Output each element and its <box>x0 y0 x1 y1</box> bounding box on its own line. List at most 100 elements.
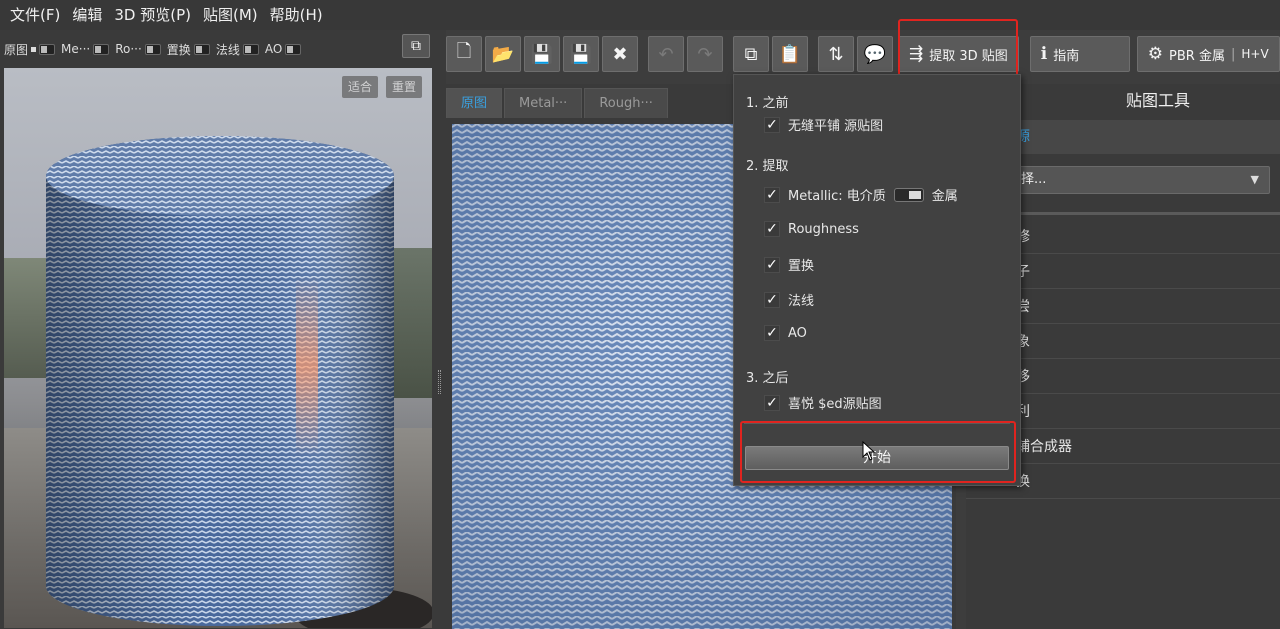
chevron-down-icon: ▼ <box>1250 173 1259 186</box>
source-select-value: 择... <box>1021 172 1047 187</box>
checkbox-checked-icon[interactable]: ✓ <box>764 291 780 308</box>
menu-file[interactable]: 文件(F) <box>4 0 66 30</box>
reset-button[interactable]: 重置 <box>386 76 423 98</box>
comment-icon: 💬 <box>863 43 887 65</box>
windows-icon: ⧉ <box>411 38 421 54</box>
option-label: 法线 <box>788 294 815 309</box>
pbr-metal-button[interactable]: ⚙ PBR 金属 | H+V <box>1136 36 1280 72</box>
toggle-switch[interactable] <box>39 43 56 55</box>
redo-button[interactable]: ↷ <box>687 36 723 72</box>
comment-button[interactable]: 💬 <box>857 36 893 72</box>
preview-toggle-normal[interactable]: 法线 <box>216 41 259 58</box>
preview-toggle-label: Ro··· <box>115 42 142 56</box>
undo-button[interactable]: ↶ <box>648 36 684 72</box>
menu-bar: 文件(F) 编辑 3D 预览(P) 贴图(M) 帮助(H) <box>0 0 1280 30</box>
extract-3d-maps-label: 提取 3D 贴图 <box>929 48 1008 64</box>
folder-open-icon: 📂 <box>491 43 515 65</box>
toggle-switch[interactable] <box>93 43 110 55</box>
checkbox-checked-icon[interactable]: ✓ <box>764 394 780 411</box>
option-label: 喜悦 $ed源贴图 <box>788 397 882 412</box>
option-label: Roughness <box>788 221 859 237</box>
roughness-option[interactable]: ✓ Roughness <box>764 221 859 237</box>
extract-3d-maps-button[interactable]: ⇶ 提取 3D 贴图 <box>898 36 1019 72</box>
normal-option[interactable]: ✓ 法线 <box>764 290 814 309</box>
option-label: 金属 <box>931 189 958 204</box>
background-trees <box>4 258 52 378</box>
toggle-switch[interactable] <box>144 43 161 55</box>
section-before-heading: 1. 之前 <box>746 96 789 111</box>
swap-button[interactable]: ⇅ <box>818 36 854 72</box>
metallic-toggle-switch[interactable] <box>893 187 924 202</box>
open-button[interactable]: 📂 <box>485 36 521 72</box>
toggle-switch[interactable] <box>193 43 210 55</box>
3d-viewport[interactable]: 适合 重置 <box>4 68 432 628</box>
paste-button[interactable]: 📋 <box>772 36 808 72</box>
pbr-divider: | <box>1230 46 1236 62</box>
preview-toggle-ao[interactable]: AO <box>264 42 302 56</box>
copy-button[interactable]: ⧉ <box>733 36 769 72</box>
tab-roughness[interactable]: Rough··· <box>584 88 668 118</box>
new-button[interactable]: 🗋 <box>446 36 482 72</box>
toggle-switch[interactable] <box>242 43 259 55</box>
ao-option[interactable]: ✓ AO <box>764 325 807 341</box>
app-window: 文件(F) 编辑 3D 预览(P) 贴图(M) 帮助(H) 原图 Me··· R… <box>0 0 1280 629</box>
preview-toolbar: 原图 Me··· Ro··· 置换 法线 AO <box>0 34 434 64</box>
close-icon: ✖ <box>612 43 628 65</box>
guide-button[interactable]: ℹ 指南 <box>1029 36 1130 72</box>
tab-original[interactable]: 原图 <box>446 88 503 118</box>
displacement-option[interactable]: ✓ 置换 <box>764 255 814 274</box>
map-tabs: 原图 Metal··· Rough··· <box>446 88 668 118</box>
save-as-icon: 💾 <box>569 43 593 65</box>
checkbox-checked-icon[interactable]: ✓ <box>764 325 780 341</box>
extract-icon: ⇶ <box>909 44 924 64</box>
checkbox-checked-icon[interactable]: ✓ <box>764 186 780 203</box>
main-toolbar: 🗋 📂 💾 💾 ✖ ↶ ↷ ⧉ 📋 ⇅ 💬 ⇶ 提取 3D 贴图 ℹ 指南 ⚙ … <box>446 34 1280 74</box>
preview-toggle-label: 原图 <box>4 42 29 57</box>
pbr-metal-label: PBR 金属 <box>1169 48 1225 64</box>
preview-panel: 原图 Me··· Ro··· 置换 法线 AO ⧉ 适合 重置 <box>0 30 434 629</box>
option-label: 置换 <box>788 259 815 274</box>
guide-label: 指南 <box>1053 48 1080 64</box>
preview-toggle-label: AO <box>264 42 283 56</box>
preview-toggle-original[interactable]: 原图 <box>4 41 56 58</box>
pbr-suffix: H+V <box>1241 47 1269 61</box>
redo-icon: ↷ <box>697 43 713 65</box>
gear-icon: ⚙ <box>1147 44 1164 64</box>
preview-toggle-label: 法线 <box>215 42 240 57</box>
metallic-option[interactable]: ✓ Metallic: 电介质 金属 <box>764 185 958 204</box>
checkbox-checked-icon[interactable]: ✓ <box>764 221 780 237</box>
layout-toggle-button[interactable]: ⧉ <box>402 34 430 58</box>
section-after-heading: 3. 之后 <box>746 371 789 386</box>
after-option[interactable]: ✓ 喜悦 $ed源贴图 <box>764 393 882 412</box>
start-button[interactable]: 开始 <box>745 446 1009 470</box>
preview-toggle-metallic[interactable]: Me··· <box>61 42 110 56</box>
option-label: Metallic: 电介质 <box>788 189 886 204</box>
close-button[interactable]: ✖ <box>602 36 638 72</box>
mouse-cursor-icon <box>862 441 876 461</box>
section-extract-heading: 2. 提取 <box>746 159 789 174</box>
preview-toggle-displacement[interactable]: 置换 <box>167 41 210 58</box>
seamless-tile-option[interactable]: ✓ 无缝平铺 源贴图 <box>764 115 883 134</box>
menu-maps[interactable]: 贴图(M) <box>197 0 264 30</box>
preview-cylinder <box>46 136 394 626</box>
option-label: AO <box>788 325 807 341</box>
toggle-dot-icon <box>31 46 37 52</box>
checkbox-checked-icon[interactable]: ✓ <box>764 116 780 133</box>
preview-toggle-roughness[interactable]: Ro··· <box>115 42 161 56</box>
info-icon: ℹ <box>1040 44 1048 64</box>
extract-dropdown-menu: 1. 之前 ✓ 无缝平铺 源贴图 2. 提取 ✓ Metallic: 电介质 金… <box>733 74 1021 486</box>
toggle-switch[interactable] <box>285 43 302 55</box>
menu-edit[interactable]: 编辑 <box>66 0 108 30</box>
save-button[interactable]: 💾 <box>524 36 560 72</box>
checkbox-checked-icon[interactable]: ✓ <box>764 256 780 273</box>
copy-icon: ⧉ <box>744 43 758 65</box>
panel-splitter[interactable] <box>434 30 446 629</box>
splitter-grip-icon[interactable] <box>438 370 441 394</box>
menu-3d-preview[interactable]: 3D 预览(P) <box>108 0 197 30</box>
fit-button[interactable]: 适合 <box>342 76 379 98</box>
menu-help[interactable]: 帮助(H) <box>264 0 329 30</box>
save-as-button[interactable]: 💾 <box>563 36 599 72</box>
option-label: 无缝平铺 源贴图 <box>788 119 884 134</box>
tab-metallic[interactable]: Metal··· <box>504 88 583 118</box>
preview-toggle-label: Me··· <box>61 42 91 56</box>
